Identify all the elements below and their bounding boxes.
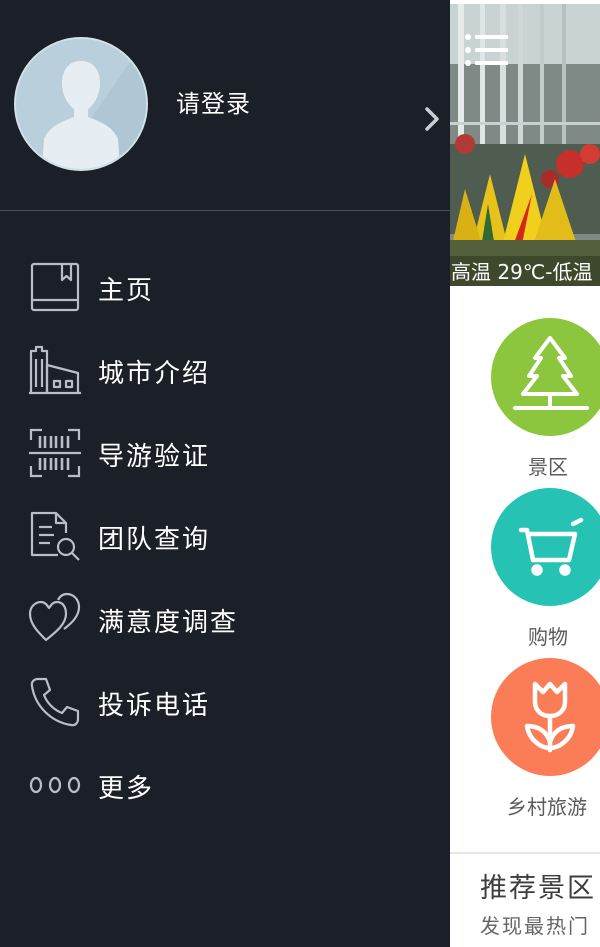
banner-image[interactable]: 高温 29℃-低温 <box>450 4 600 286</box>
book-icon <box>28 260 82 314</box>
section-divider <box>450 852 600 854</box>
chevron-right-icon <box>424 106 440 136</box>
menu-item-more[interactable]: 更多 <box>0 744 450 827</box>
profile-divider <box>0 210 450 211</box>
menu-label: 主页 <box>98 276 155 306</box>
tree-icon <box>491 318 600 436</box>
menu-item-team-query[interactable]: 团队查询 <box>0 495 450 578</box>
drawer-menu: 主页 城市介绍 导游验证 团队查询 满意度调查 投诉电话 更多 <box>0 246 450 827</box>
menu-item-home[interactable]: 主页 <box>0 246 450 329</box>
app-screen: 请登录 主页 城市介绍 导游验证 团队查询 满意度调查 投诉电话 更多 高温 2… <box>0 0 600 947</box>
hearts-icon <box>28 592 82 646</box>
category-label: 乡村旅游 <box>507 795 587 819</box>
category-rural-tourism[interactable]: 乡村旅游 <box>450 658 600 823</box>
weather-info: 高温 29℃-低温 <box>450 256 600 286</box>
menu-label: 团队查询 <box>98 525 211 555</box>
menu-item-guide-verify[interactable]: 导游验证 <box>0 412 450 495</box>
recommend-subtitle: 发现最热门 <box>480 914 590 938</box>
avatar[interactable] <box>14 37 148 171</box>
city-buildings-icon <box>28 343 82 397</box>
recommend-title[interactable]: 推荐景区 <box>480 866 596 905</box>
login-profile-row[interactable]: 请登录 <box>0 0 450 210</box>
category-shopping[interactable]: 购物 <box>450 488 600 653</box>
navigation-drawer: 请登录 主页 城市介绍 导游验证 团队查询 满意度调查 投诉电话 更多 <box>0 0 450 947</box>
menu-label: 导游验证 <box>98 442 211 472</box>
barcode-scan-icon <box>28 426 82 480</box>
category-label: 购物 <box>528 625 568 649</box>
menu-item-satisfaction-survey[interactable]: 满意度调查 <box>0 578 450 661</box>
menu-label: 更多 <box>98 774 155 804</box>
phone-icon <box>28 675 82 729</box>
category-scenic-area[interactable]: 景区 <box>450 318 600 483</box>
menu-item-city-intro[interactable]: 城市介绍 <box>0 329 450 412</box>
menu-item-complaint-phone[interactable]: 投诉电话 <box>0 661 450 744</box>
more-dots-icon <box>28 758 82 812</box>
shopping-cart-icon <box>491 488 600 606</box>
document-search-icon <box>28 509 82 563</box>
menu-label: 城市介绍 <box>98 359 211 389</box>
login-prompt[interactable]: 请登录 <box>176 84 251 119</box>
category-label: 景区 <box>528 455 568 479</box>
hamburger-menu-icon[interactable] <box>464 32 510 72</box>
main-content: 高温 29℃-低温 景区 购物 乡村旅游 推荐景区 发现最热门 <box>450 0 600 947</box>
menu-label: 满意度调查 <box>98 608 239 638</box>
tulip-icon <box>491 658 600 776</box>
menu-label: 投诉电话 <box>98 691 211 721</box>
